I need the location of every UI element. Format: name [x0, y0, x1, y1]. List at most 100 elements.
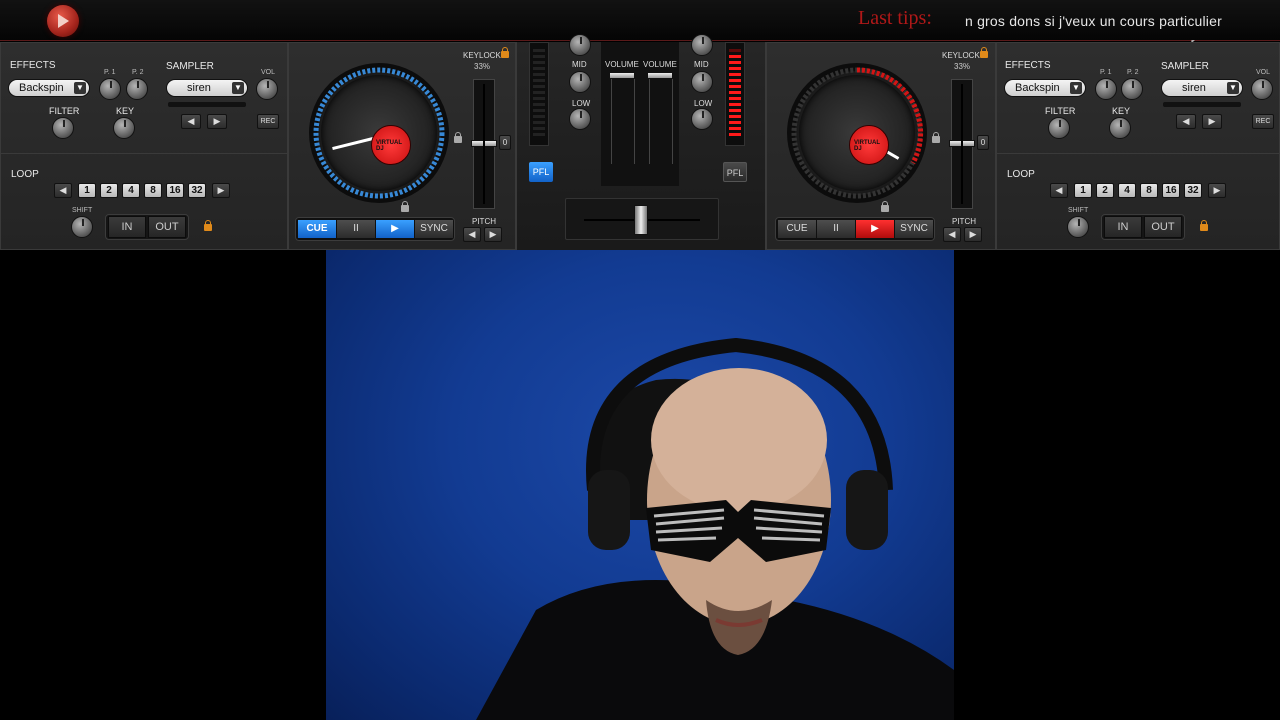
left-platter-lock-icon[interactable] — [454, 132, 462, 143]
right-loop-1-button[interactable]: 1 — [1074, 183, 1092, 198]
right-p1-knob[interactable] — [1095, 78, 1117, 100]
left-volume-handle[interactable] — [609, 72, 635, 79]
left-shift-knob[interactable] — [71, 216, 93, 238]
top-bar: Last tips: n gros dons si j'veux un cour… — [0, 0, 1280, 49]
left-pfl-button[interactable]: PFL — [529, 162, 553, 182]
left-loop-32-button[interactable]: 32 — [188, 183, 206, 198]
chevron-down-icon: ▼ — [74, 82, 86, 94]
left-pitch-handle[interactable] — [471, 140, 497, 147]
left-loop-4-button[interactable]: 4 — [122, 183, 140, 198]
right-loop-lock-icon[interactable] — [1200, 220, 1208, 231]
right-loop-out-button[interactable]: OUT — [1144, 216, 1182, 238]
chevron-down-icon: ▼ — [232, 82, 244, 94]
left-high-eq-knob[interactable] — [569, 34, 591, 56]
left-cue-lock-icon[interactable] — [401, 201, 409, 212]
right-pause-button[interactable]: II — [817, 220, 855, 238]
right-vinyl-label: VIRTUAL DJ — [849, 125, 889, 165]
right-rec-button[interactable]: REC — [1252, 114, 1274, 129]
left-sampler-select[interactable]: siren ▼ — [166, 79, 248, 97]
right-turntable[interactable]: VIRTUAL DJ — [787, 63, 927, 203]
right-low-eq-knob[interactable] — [691, 108, 713, 130]
left-p2-knob[interactable] — [126, 78, 148, 100]
right-shift-knob[interactable] — [1067, 216, 1089, 238]
left-mid-eq-knob[interactable] — [569, 71, 591, 93]
right-loop-8-button[interactable]: 8 — [1140, 183, 1158, 198]
left-pitch-zero-button[interactable]: 0 — [499, 135, 511, 150]
left-pitch-down-button[interactable]: ◀ — [463, 227, 481, 242]
left-turntable[interactable]: VIRTUAL DJ — [309, 63, 449, 203]
right-sampler-next-button[interactable]: ▶ — [1202, 114, 1222, 129]
left-keylock-icon[interactable] — [501, 47, 509, 58]
right-pitch-handle[interactable] — [949, 140, 975, 147]
right-high-eq-knob[interactable] — [691, 34, 713, 56]
left-loop-1-button[interactable]: 1 — [78, 183, 96, 198]
right-loop-32-button[interactable]: 32 — [1184, 183, 1202, 198]
left-loop-2-button[interactable]: 2 — [100, 183, 118, 198]
right-vol-knob[interactable] — [1251, 78, 1273, 100]
left-sync-button[interactable]: SYNC — [415, 220, 453, 238]
right-effects-label: EFFECTS — [1005, 60, 1051, 71]
left-sampler-next-button[interactable]: ▶ — [207, 114, 227, 129]
right-sampler-select[interactable]: siren ▼ — [1161, 79, 1243, 97]
left-loop-in-button[interactable]: IN — [108, 216, 146, 238]
right-pitch-zero-button[interactable]: 0 — [977, 135, 989, 150]
left-pause-button[interactable]: II — [337, 220, 375, 238]
right-effect-value: Backspin — [1015, 82, 1060, 94]
right-filter-knob[interactable] — [1048, 117, 1070, 139]
left-effect-select[interactable]: Backspin ▼ — [8, 79, 90, 97]
right-mid-eq-knob[interactable] — [691, 71, 713, 93]
right-play-button[interactable]: ▶ — [856, 220, 894, 238]
tips-label: Last tips: — [858, 7, 932, 29]
right-pitch-slider[interactable] — [949, 79, 975, 209]
right-pitch-up-button[interactable]: ▶ — [964, 227, 982, 242]
left-low-eq-knob[interactable] — [569, 108, 591, 130]
right-p1-label: P. 1 — [1100, 69, 1112, 76]
left-cue-button[interactable]: CUE — [298, 220, 336, 238]
left-loop-next-button[interactable]: ▶ — [212, 183, 230, 198]
left-play-button[interactable]: ▶ — [376, 220, 414, 238]
left-loop-prev-button[interactable]: ◀ — [54, 183, 72, 198]
right-loop-16-button[interactable]: 16 — [1162, 183, 1180, 198]
left-volume-fader[interactable] — [609, 72, 635, 164]
right-p2-knob[interactable] — [1121, 78, 1143, 100]
right-effect-select[interactable]: Backspin ▼ — [1004, 79, 1086, 97]
left-p1-knob[interactable] — [99, 78, 121, 100]
left-loop-out-button[interactable]: OUT — [148, 216, 186, 238]
left-pitch-up-button[interactable]: ▶ — [484, 227, 502, 242]
left-vol-knob[interactable] — [256, 78, 278, 100]
crossfader-handle[interactable] — [634, 205, 648, 235]
right-sync-button[interactable]: SYNC — [895, 220, 933, 238]
left-effects-label: EFFECTS — [10, 60, 56, 71]
left-keylock-value: 33% — [474, 62, 491, 71]
left-loop-8-button[interactable]: 8 — [144, 183, 162, 198]
right-cue-button[interactable]: CUE — [778, 220, 816, 238]
right-volume-fader[interactable] — [647, 72, 673, 164]
right-platter-lock-icon[interactable] — [932, 132, 940, 143]
right-keylock-icon[interactable] — [980, 47, 988, 58]
right-loop-4-button[interactable]: 4 — [1118, 183, 1136, 198]
right-loop-in-button[interactable]: IN — [1104, 216, 1142, 238]
left-p2-label: P. 2 — [132, 69, 144, 76]
right-sampler-progress — [1163, 102, 1241, 107]
right-pitch-down-button[interactable]: ◀ — [943, 227, 961, 242]
right-volume-handle[interactable] — [647, 72, 673, 79]
play-logo-icon[interactable] — [47, 5, 79, 37]
right-sampler-prev-button[interactable]: ◀ — [1176, 114, 1196, 129]
right-loop-2-button[interactable]: 2 — [1096, 183, 1114, 198]
left-loop-16-button[interactable]: 16 — [166, 183, 184, 198]
left-sampler-prev-button[interactable]: ◀ — [181, 114, 201, 129]
right-volume-label: VOLUME — [643, 60, 677, 69]
webcam-person-image — [476, 337, 954, 720]
right-loop-prev-button[interactable]: ◀ — [1050, 183, 1068, 198]
right-cue-lock-icon[interactable] — [881, 201, 889, 212]
crossfader[interactable] — [565, 198, 719, 240]
left-key-knob[interactable] — [113, 117, 135, 139]
mixer-panel: MID MID LOW LOW VOLUME VOLUME PFL PFL — [516, 34, 766, 250]
right-key-knob[interactable] — [1109, 117, 1131, 139]
left-rec-button[interactable]: REC — [257, 114, 279, 129]
left-filter-knob[interactable] — [52, 117, 74, 139]
right-pfl-button[interactable]: PFL — [723, 162, 747, 182]
left-pitch-slider[interactable] — [471, 79, 497, 209]
left-loop-lock-icon[interactable] — [204, 220, 212, 231]
right-loop-next-button[interactable]: ▶ — [1208, 183, 1226, 198]
